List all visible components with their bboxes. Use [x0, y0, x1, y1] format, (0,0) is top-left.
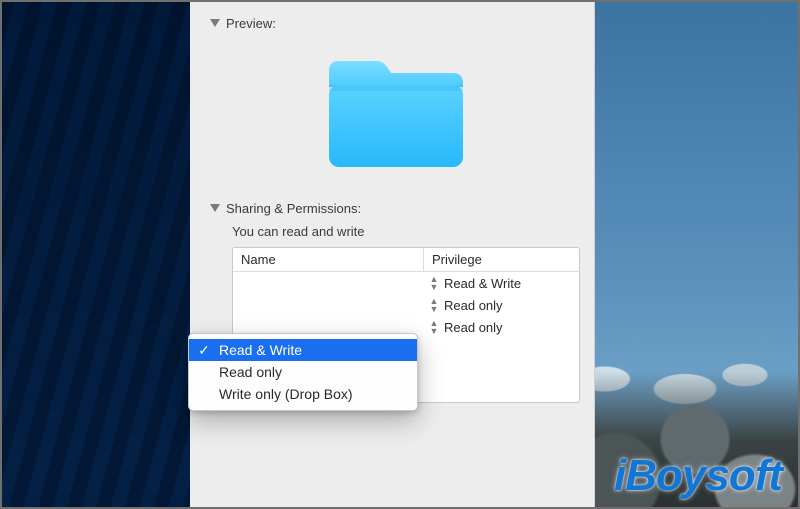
preview-section-body: [210, 35, 580, 197]
preview-section-header[interactable]: Preview:: [210, 12, 580, 35]
disclosure-triangle-icon: [210, 204, 220, 214]
perm-row-privilege-cell[interactable]: ▲▼ Read & Write: [424, 275, 579, 291]
dropdown-item-write-only[interactable]: ✓ Write only (Drop Box): [189, 383, 417, 405]
dropdown-item-read-only[interactable]: ✓ Read only: [189, 361, 417, 383]
perm-row-privilege-cell[interactable]: ▲▼ Read only: [424, 297, 579, 313]
dropdown-item-label: Read & Write: [219, 342, 302, 358]
check-icon: ✓: [197, 364, 211, 381]
dropdown-item-read-write[interactable]: ✓ Read & Write: [189, 339, 417, 361]
table-row[interactable]: ▲▼ Read only: [233, 294, 579, 316]
desktop-wallpaper-left: [0, 0, 190, 509]
perm-row-privilege: Read & Write: [444, 276, 521, 291]
stepper-icon[interactable]: ▲▼: [428, 319, 440, 335]
table-row[interactable]: ▲▼ Read & Write: [233, 272, 579, 294]
preview-section-label: Preview:: [226, 16, 276, 31]
sharing-access-message: You can read and write: [232, 220, 580, 247]
watermark-logo: iBoysoft: [614, 451, 782, 501]
permissions-header-name[interactable]: Name: [233, 248, 424, 271]
folder-icon: [321, 55, 469, 173]
disclosure-triangle-icon: [210, 19, 220, 29]
perm-row-privilege-cell[interactable]: ▲▼ Read only: [424, 319, 579, 335]
permissions-header-row: Name Privilege: [233, 248, 579, 272]
check-icon: ✓: [197, 342, 211, 359]
check-icon: ✓: [197, 386, 211, 403]
stepper-icon[interactable]: ▲▼: [428, 275, 440, 291]
desktop-wallpaper-right: [595, 0, 800, 509]
perm-row-privilege: Read only: [444, 298, 503, 313]
perm-row-privilege: Read only: [444, 320, 503, 335]
privilege-dropdown-menu[interactable]: ✓ Read & Write ✓ Read only ✓ Write only …: [188, 333, 418, 411]
dropdown-item-label: Write only (Drop Box): [219, 386, 353, 402]
get-info-window: Preview:: [190, 0, 595, 509]
sharing-section-header[interactable]: Sharing & Permissions:: [210, 197, 580, 220]
sharing-section-label: Sharing & Permissions:: [226, 201, 361, 216]
stepper-icon[interactable]: ▲▼: [428, 297, 440, 313]
watermark-text: iBoysoft: [614, 451, 782, 501]
permissions-header-privilege[interactable]: Privilege: [424, 248, 579, 271]
dropdown-item-label: Read only: [219, 364, 282, 380]
